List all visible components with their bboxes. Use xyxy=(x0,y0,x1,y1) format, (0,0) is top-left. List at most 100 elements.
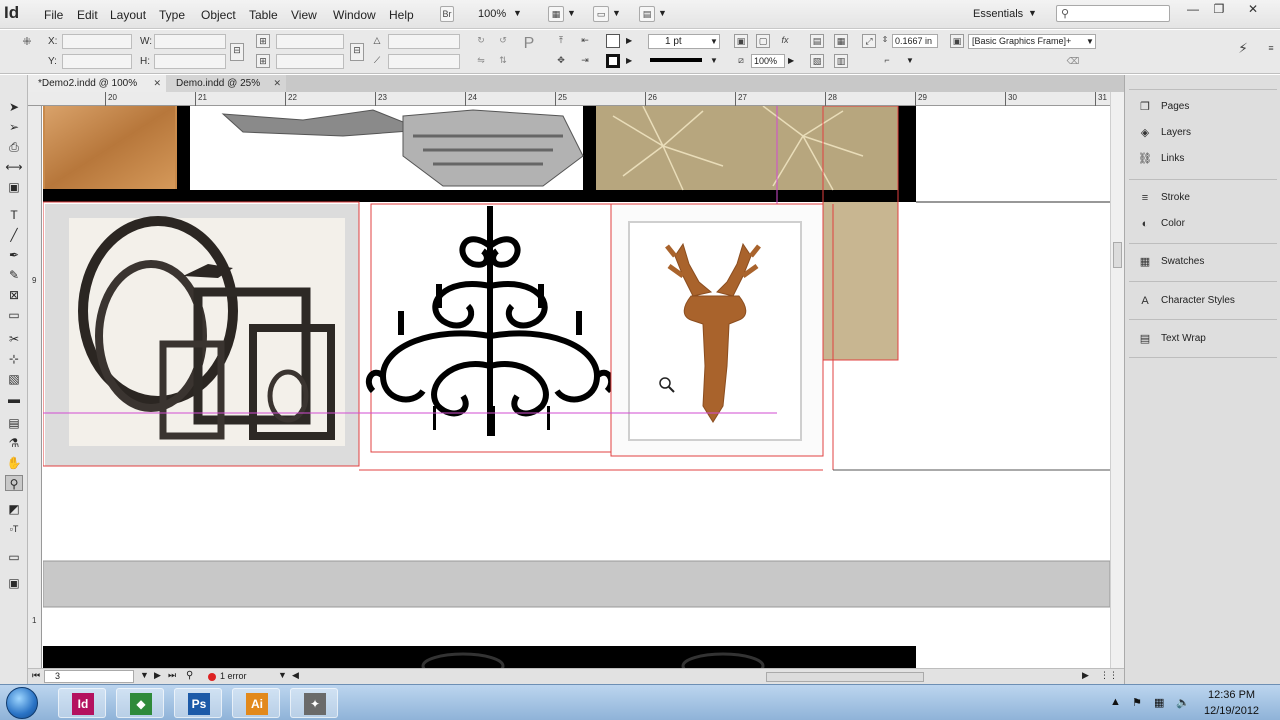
line-tool-icon[interactable]: ╱ xyxy=(5,227,23,243)
effects-icon[interactable]: fx xyxy=(778,34,792,48)
rotate-90-cw-icon[interactable]: ↻ xyxy=(474,34,488,48)
shear-field[interactable] xyxy=(388,54,460,69)
height-field[interactable] xyxy=(154,54,226,69)
clock-date[interactable]: 12/19/2012 xyxy=(1204,705,1259,717)
taskbar-app-green[interactable]: ◆ xyxy=(116,688,164,718)
workspace-switcher[interactable]: Essentials xyxy=(973,8,1023,20)
document-canvas[interactable] xyxy=(43,106,1110,668)
menu-layout[interactable]: Layout xyxy=(110,8,146,22)
menu-view[interactable]: View xyxy=(291,8,317,22)
menu-table[interactable]: Table xyxy=(249,8,278,22)
close-icon[interactable]: ✕ xyxy=(273,75,281,92)
panel-menu-icon[interactable]: ≡ xyxy=(1264,42,1278,56)
gap-tool-icon[interactable]: ⟷ xyxy=(5,159,23,175)
close-icon[interactable]: ✕ xyxy=(153,75,161,92)
taskbar-indesign[interactable]: Id xyxy=(58,688,106,718)
volume-icon[interactable]: 🔈 xyxy=(1176,696,1190,709)
vertical-scrollbar[interactable] xyxy=(1110,92,1124,668)
corner-shape-icon[interactable]: ⌐ xyxy=(880,54,894,68)
zoom-tool-icon[interactable]: ⚲ xyxy=(5,475,23,491)
gradient-swatch-tool-icon[interactable]: ▧ xyxy=(5,371,23,387)
object-style-select[interactable]: [Basic Graphics Frame]+ xyxy=(968,34,1096,49)
taskbar-photoshop[interactable]: Ps xyxy=(174,688,222,718)
panel-stroke[interactable]: ≡ Stroke xyxy=(1133,188,1273,208)
note-tool-icon[interactable]: ▤ xyxy=(5,415,23,431)
bridge-icon[interactable]: Br xyxy=(440,6,454,22)
tab-demo[interactable]: Demo.indd @ 25% ✕ xyxy=(166,75,286,92)
y-field[interactable] xyxy=(62,54,132,69)
last-page-icon[interactable]: ⏭ xyxy=(168,670,176,681)
resize-grip-icon[interactable]: ⋮⋮ xyxy=(1100,670,1118,681)
horizontal-ruler[interactable]: 20 21 22 23 24 25 26 27 28 29 30 31 xyxy=(28,92,1110,106)
arrange-documents-icon[interactable]: ▤ xyxy=(639,6,655,22)
scissors-tool-icon[interactable]: ✂ xyxy=(5,331,23,347)
gap-icon[interactable]: ⤢ xyxy=(862,34,876,48)
rectangle-frame-tool-icon[interactable]: ⊠ xyxy=(5,287,23,303)
screen-mode-icon[interactable]: ▣ xyxy=(5,575,23,591)
chevron-down-icon[interactable]: ▼ xyxy=(1028,8,1037,18)
scale-y-field[interactable] xyxy=(276,54,344,69)
content-collector-icon[interactable]: ▣ xyxy=(5,179,23,195)
vertical-ruler[interactable]: 91 xyxy=(28,106,42,668)
taskbar-app-utility[interactable]: ✦ xyxy=(290,688,338,718)
zoom-level-select[interactable]: 100% xyxy=(478,8,506,20)
text-wrap-shape-icon[interactable]: ▧ xyxy=(810,54,824,68)
pen-tool-icon[interactable]: ✒ xyxy=(5,247,23,263)
chevron-down-icon[interactable]: ▼ xyxy=(710,56,718,65)
constrain-proportions-icon[interactable]: ⊟ xyxy=(230,43,244,61)
chevron-right-icon[interactable]: ▶ xyxy=(626,36,632,45)
constrain-scale-icon[interactable]: ⊟ xyxy=(350,43,364,61)
object-style-icon[interactable]: ▣ xyxy=(950,34,964,48)
pencil-tool-icon[interactable]: ✎ xyxy=(5,267,23,283)
chevron-right-icon[interactable]: ▶ xyxy=(626,56,632,65)
panel-pages[interactable]: ❐ Pages xyxy=(1133,97,1273,117)
menu-type[interactable]: Type xyxy=(159,8,185,22)
rotation-field[interactable] xyxy=(388,34,460,49)
tab-demo2[interactable]: *Demo2.indd @ 100% ✕ xyxy=(28,75,166,92)
opacity-field[interactable]: 100% xyxy=(751,54,785,68)
direct-selection-tool-icon[interactable]: ➢ xyxy=(5,119,23,135)
lightning-icon[interactable]: ⚡ xyxy=(1236,41,1250,56)
scroll-right-icon[interactable]: ▶ xyxy=(1082,670,1089,681)
chevron-down-icon[interactable]: ▼ xyxy=(278,670,287,680)
flip-vertical-icon[interactable]: ⇅ xyxy=(496,54,510,68)
text-wrap-none-icon[interactable]: ▤ xyxy=(810,34,824,48)
chevron-right-icon[interactable]: ▶ xyxy=(788,56,794,65)
eyedropper-tool-icon[interactable]: ⚗ xyxy=(5,435,23,451)
chevron-down-icon[interactable]: ▼ xyxy=(612,8,621,18)
formatting-container-icon[interactable]: ▫T xyxy=(5,521,23,537)
width-field[interactable] xyxy=(154,34,226,49)
taskbar-illustrator[interactable]: Ai xyxy=(232,688,280,718)
menu-window[interactable]: Window xyxy=(333,8,376,22)
close-window-button[interactable]: ✕ xyxy=(1240,2,1266,18)
select-content-icon[interactable]: ✥ xyxy=(554,54,568,68)
panel-links[interactable]: ⛓ Links xyxy=(1133,149,1273,169)
help-search-input[interactable]: ⚲ xyxy=(1056,5,1170,22)
flag-icon[interactable]: ⚑ xyxy=(1132,696,1142,709)
free-transform-tool-icon[interactable]: ⊹ xyxy=(5,351,23,367)
show-hidden-icons-icon[interactable]: ▲ xyxy=(1110,696,1121,708)
scale-x-field[interactable] xyxy=(276,34,344,49)
style-clear-icon[interactable]: ⌫ xyxy=(1066,55,1080,69)
stepper-icon[interactable]: ⇕ xyxy=(878,34,892,48)
chevron-down-icon[interactable]: ▼ xyxy=(567,8,576,18)
page-number-field[interactable]: 3 xyxy=(44,670,134,683)
reference-point-icon[interactable]: ⁜ xyxy=(20,36,34,50)
horizontal-scroll-thumb[interactable] xyxy=(766,672,924,682)
panel-character-styles[interactable]: A Character Styles xyxy=(1133,291,1273,311)
panel-color[interactable]: ◐ Color xyxy=(1133,214,1273,234)
chevron-down-icon[interactable]: ▼ xyxy=(710,37,718,46)
clock-time[interactable]: 12:36 PM xyxy=(1208,689,1255,701)
normal-view-mode-icon[interactable]: ▭ xyxy=(5,549,23,565)
rectangle-tool-icon[interactable]: ▭ xyxy=(5,307,23,323)
opacity-icon[interactable]: ⧄ xyxy=(734,54,748,68)
corner-size-field[interactable]: 0.1667 in xyxy=(892,34,938,48)
preflight-icon[interactable]: ⚲ xyxy=(186,670,193,681)
scale-y-icon[interactable]: ⊞ xyxy=(256,54,270,68)
next-page-icon[interactable]: ▶ xyxy=(154,670,161,681)
rotate-90-ccw-icon[interactable]: ↺ xyxy=(496,34,510,48)
select-container-icon[interactable]: ⤒ xyxy=(554,34,568,48)
panel-swatches[interactable]: ▦ Swatches xyxy=(1133,252,1273,272)
screen-mode-icon[interactable]: ▭ xyxy=(593,6,609,22)
vertical-scroll-thumb[interactable] xyxy=(1113,242,1122,268)
